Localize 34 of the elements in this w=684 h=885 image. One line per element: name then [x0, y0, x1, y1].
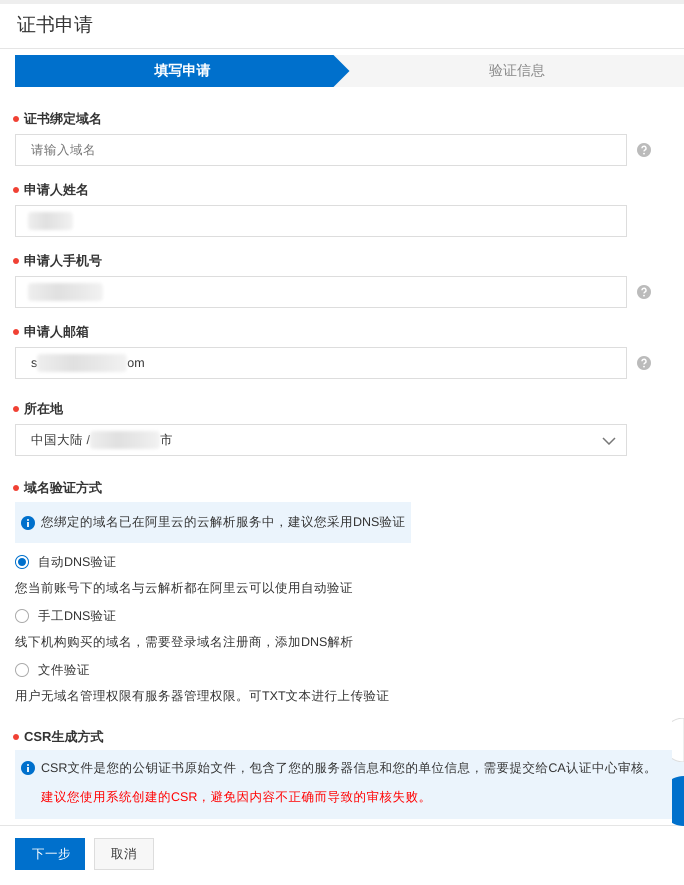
next-button[interactable]: 下一步 [15, 838, 85, 870]
input-field[interactable] [15, 205, 627, 237]
option-description: 您当前账号下的域名与云解析都在阿里云可以使用自动验证 [15, 580, 354, 597]
radio-button[interactable] [15, 663, 29, 677]
field-value: 中国大陆 / [31, 432, 90, 448]
radio-button[interactable] [15, 609, 29, 623]
notice-text: 您绑定的域名已在阿里云的云解析服务中，建议您采用DNS验证 [41, 514, 406, 531]
info-icon [21, 516, 35, 530]
cancel-button[interactable]: 取消 [94, 838, 154, 870]
notice-text: CSR文件是您的公钥证书原始文件，包含了您的服务器信息和您的单位信息，需要提交给CA认证中心审核。 建议您使用系统创建的CSR，避免因内容不正确而导致的审核失败。 [41, 760, 658, 806]
field-value: om [127, 356, 145, 370]
option-description: 线下机构购买的域名，需要登录域名注册商，添加DNS解析 [15, 634, 354, 651]
radio-label[interactable]: 自动DNS验证 [38, 554, 116, 570]
radio-label[interactable]: 文件验证 [38, 662, 90, 678]
input-field[interactable]: 请输入域名 [15, 134, 627, 166]
field-label: 申请人邮箱 [24, 323, 89, 341]
chevron-down-icon [602, 437, 616, 445]
field-label: 证书绑定域名 [24, 110, 102, 128]
field-label: CSR生成方式 [24, 728, 104, 746]
input-field[interactable]: s om [15, 347, 627, 379]
field-value: 市 [160, 432, 173, 448]
page-title: 证书申请 [16, 14, 94, 38]
info-icon [21, 761, 35, 775]
select-field[interactable]: 中国大陆 / 市 [15, 424, 627, 456]
field-label: 所在地 [24, 400, 63, 418]
field-value: s [31, 356, 38, 370]
step-tab[interactable]: 填写申请 [15, 55, 350, 87]
radio-label[interactable]: 手工DNS验证 [38, 608, 116, 624]
field-label: 申请人姓名 [24, 181, 89, 199]
option-description: 用户无域名管理权限有服务器管理权限。可TXT文本进行上传验证 [15, 688, 391, 705]
field-label: 域名验证方式 [24, 479, 102, 497]
radio-button[interactable] [15, 555, 29, 569]
field-label: 申请人手机号 [24, 252, 102, 270]
input-field[interactable] [15, 276, 627, 308]
